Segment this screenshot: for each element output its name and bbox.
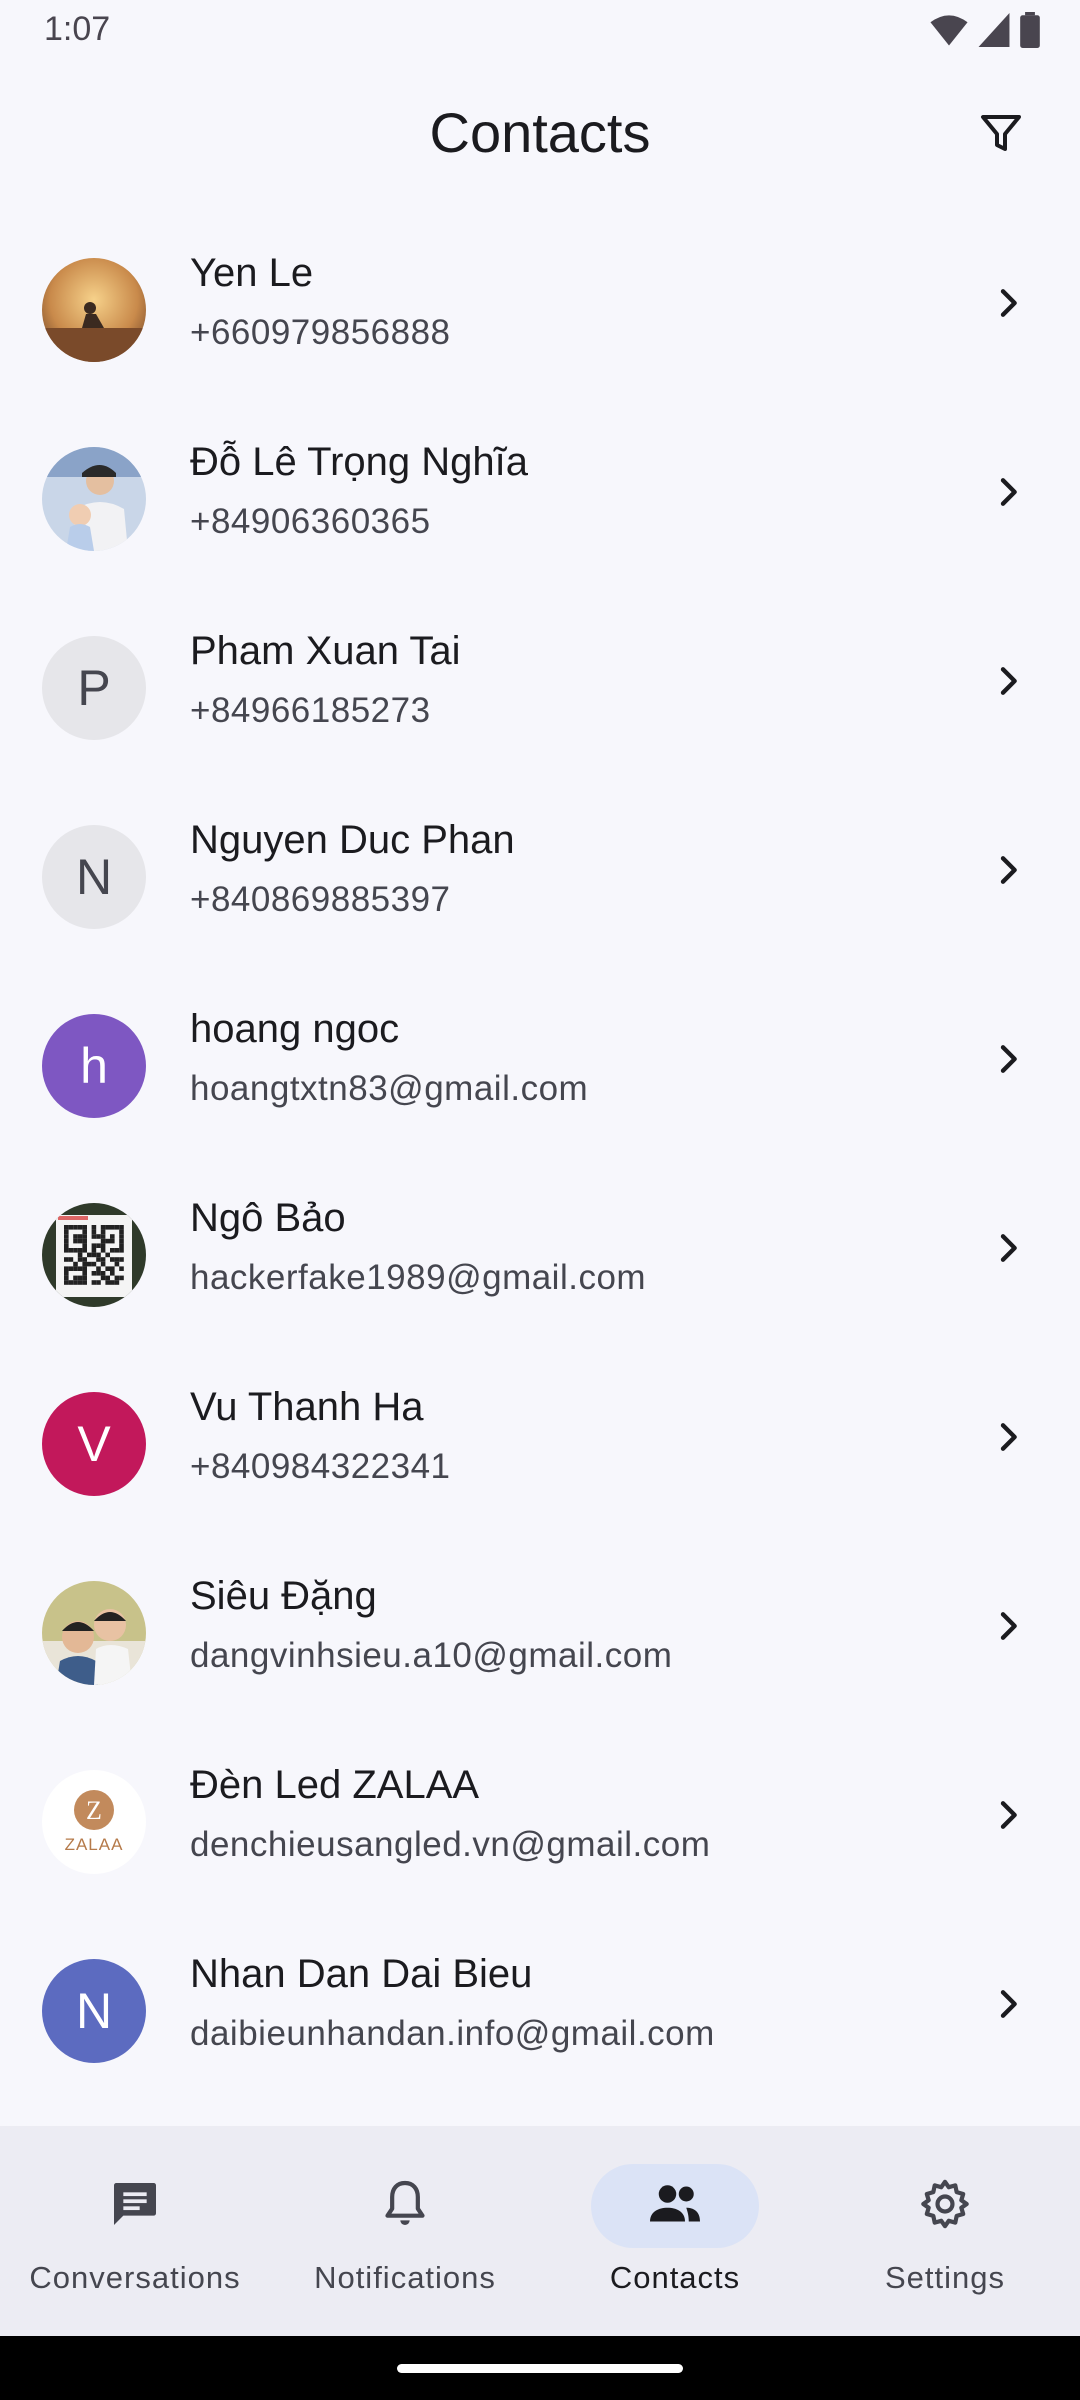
chevron-right-icon bbox=[988, 1606, 1028, 1646]
contact-detail: hackerfake1989@gmail.com bbox=[190, 1258, 647, 1297]
status-icons bbox=[930, 12, 1040, 53]
wifi-icon bbox=[930, 13, 968, 52]
contact-row[interactable]: Siêu Đặng dangvinhsieu.a10@gmail.com bbox=[0, 1530, 1080, 1719]
contact-name: Yen Le bbox=[190, 251, 314, 295]
contact-detail: daibieunhandan.info@gmail.com bbox=[190, 2014, 715, 2053]
contact-name: Nhan Dan Dai Bieu bbox=[190, 1952, 533, 1996]
filter-button[interactable] bbox=[966, 100, 1036, 170]
contact-row[interactable]: Yen Le +660979856888 bbox=[0, 207, 1080, 396]
contact-detail: +840984322341 bbox=[190, 1447, 451, 1486]
contact-row[interactable]: h hoang ngoc hoangtxtn83@gmail.com bbox=[0, 963, 1080, 1152]
nav-item-conversations[interactable]: Conversations bbox=[0, 2126, 270, 2336]
contact-row[interactable]: V Vu Thanh Ha +840984322341 bbox=[0, 1341, 1080, 1530]
contact-name: Ngô Bảo bbox=[190, 1196, 346, 1240]
avatar: h bbox=[42, 1014, 146, 1118]
avatar bbox=[42, 258, 146, 362]
gesture-bar bbox=[0, 2336, 1080, 2400]
contact-detail: +660979856888 bbox=[190, 313, 451, 352]
nav-pill bbox=[321, 2164, 489, 2248]
chevron-right-icon bbox=[988, 1417, 1028, 1457]
nav-label-contacts: Contacts bbox=[609, 2260, 741, 2295]
svg-text:Z: Z bbox=[86, 1796, 102, 1825]
contact-row[interactable]: P Pham Xuan Tai +84966185273 bbox=[0, 585, 1080, 774]
chevron-right-icon bbox=[988, 661, 1028, 701]
contact-name: Pham Xuan Tai bbox=[190, 629, 461, 673]
contact-row[interactable]: N Nhan Dan Dai Bieu daibieunhandan.info@gm… bbox=[0, 1908, 1080, 2097]
chevron-right-icon bbox=[988, 283, 1028, 323]
nav-label-conversations: Conversations bbox=[29, 2260, 241, 2295]
contact-name: hoang ngoc bbox=[190, 1007, 400, 1051]
nav-pill bbox=[51, 2164, 219, 2248]
bell-icon bbox=[377, 2176, 433, 2237]
bottom-navigation: Conversations Notifications Contacts Set… bbox=[0, 2126, 1080, 2336]
svg-text:ZALAA: ZALAA bbox=[65, 1835, 124, 1854]
contact-list: Yen Le +660979856888 Đỗ Lê Trọng Nghĩa +849… bbox=[0, 207, 1080, 2097]
chevron-right-icon bbox=[988, 1228, 1028, 1268]
contact-name: Vu Thanh Ha bbox=[190, 1385, 424, 1429]
contact-detail: hoangtxtn83@gmail.com bbox=[190, 1069, 589, 1108]
contact-row[interactable]: Đỗ Lê Trọng Nghĩa +84906360365 bbox=[0, 396, 1080, 585]
avatar: N bbox=[42, 825, 146, 929]
contact-row[interactable]: Ngô Bảo hackerfake1989@gmail.com bbox=[0, 1152, 1080, 1341]
nav-pill-active bbox=[591, 2164, 759, 2248]
avatar bbox=[42, 1203, 146, 1307]
contact-detail: +840869885397 bbox=[190, 880, 451, 919]
contact-detail: denchieusangled.vn@gmail.com bbox=[190, 1825, 711, 1864]
app-bar: Contacts bbox=[0, 62, 1080, 207]
people-icon bbox=[645, 2174, 705, 2239]
signal-icon bbox=[978, 13, 1010, 52]
contact-detail: dangvinhsieu.a10@gmail.com bbox=[190, 1636, 673, 1675]
avatar: N bbox=[42, 1959, 146, 2063]
battery-icon bbox=[1020, 12, 1040, 53]
page-title: Contacts bbox=[429, 101, 651, 164]
nav-pill bbox=[861, 2164, 1029, 2248]
avatar: P bbox=[42, 636, 146, 740]
contact-name: Nguyen Duc Phan bbox=[190, 818, 515, 862]
nav-label-notifications: Notifications bbox=[314, 2260, 496, 2295]
home-gesture-handle[interactable] bbox=[397, 2364, 683, 2373]
contact-row[interactable]: Z ZALAA Đèn Led ZALAA denchieusangled.vn@gm… bbox=[0, 1719, 1080, 1908]
status-time: 1:07 bbox=[44, 10, 111, 48]
avatar: V bbox=[42, 1392, 146, 1496]
nav-item-settings[interactable]: Settings bbox=[810, 2126, 1080, 2336]
gear-icon bbox=[917, 2176, 973, 2237]
contact-name: Siêu Đặng bbox=[190, 1574, 377, 1618]
chevron-right-icon bbox=[988, 1039, 1028, 1079]
chevron-right-icon bbox=[988, 1984, 1028, 2024]
contact-detail: +84906360365 bbox=[190, 502, 431, 541]
contact-detail: +84966185273 bbox=[190, 691, 431, 730]
contact-name: Đỗ Lê Trọng Nghĩa bbox=[190, 440, 528, 484]
status-bar: 1:07 bbox=[0, 0, 1080, 62]
nav-item-contacts[interactable]: Contacts bbox=[540, 2126, 810, 2336]
chevron-right-icon bbox=[988, 850, 1028, 890]
chevron-right-icon bbox=[988, 1795, 1028, 1835]
nav-item-notifications[interactable]: Notifications bbox=[270, 2126, 540, 2336]
avatar bbox=[42, 1581, 146, 1685]
chat-icon bbox=[107, 2176, 163, 2237]
filter-icon bbox=[977, 109, 1025, 162]
avatar bbox=[42, 447, 146, 551]
nav-label-settings: Settings bbox=[884, 2260, 1005, 2295]
contact-row[interactable]: N Nguyen Duc Phan +840869885397 bbox=[0, 774, 1080, 963]
chevron-right-icon bbox=[988, 472, 1028, 512]
contact-name: Đèn Led ZALAA bbox=[190, 1763, 480, 1807]
avatar: Z ZALAA bbox=[42, 1770, 146, 1874]
